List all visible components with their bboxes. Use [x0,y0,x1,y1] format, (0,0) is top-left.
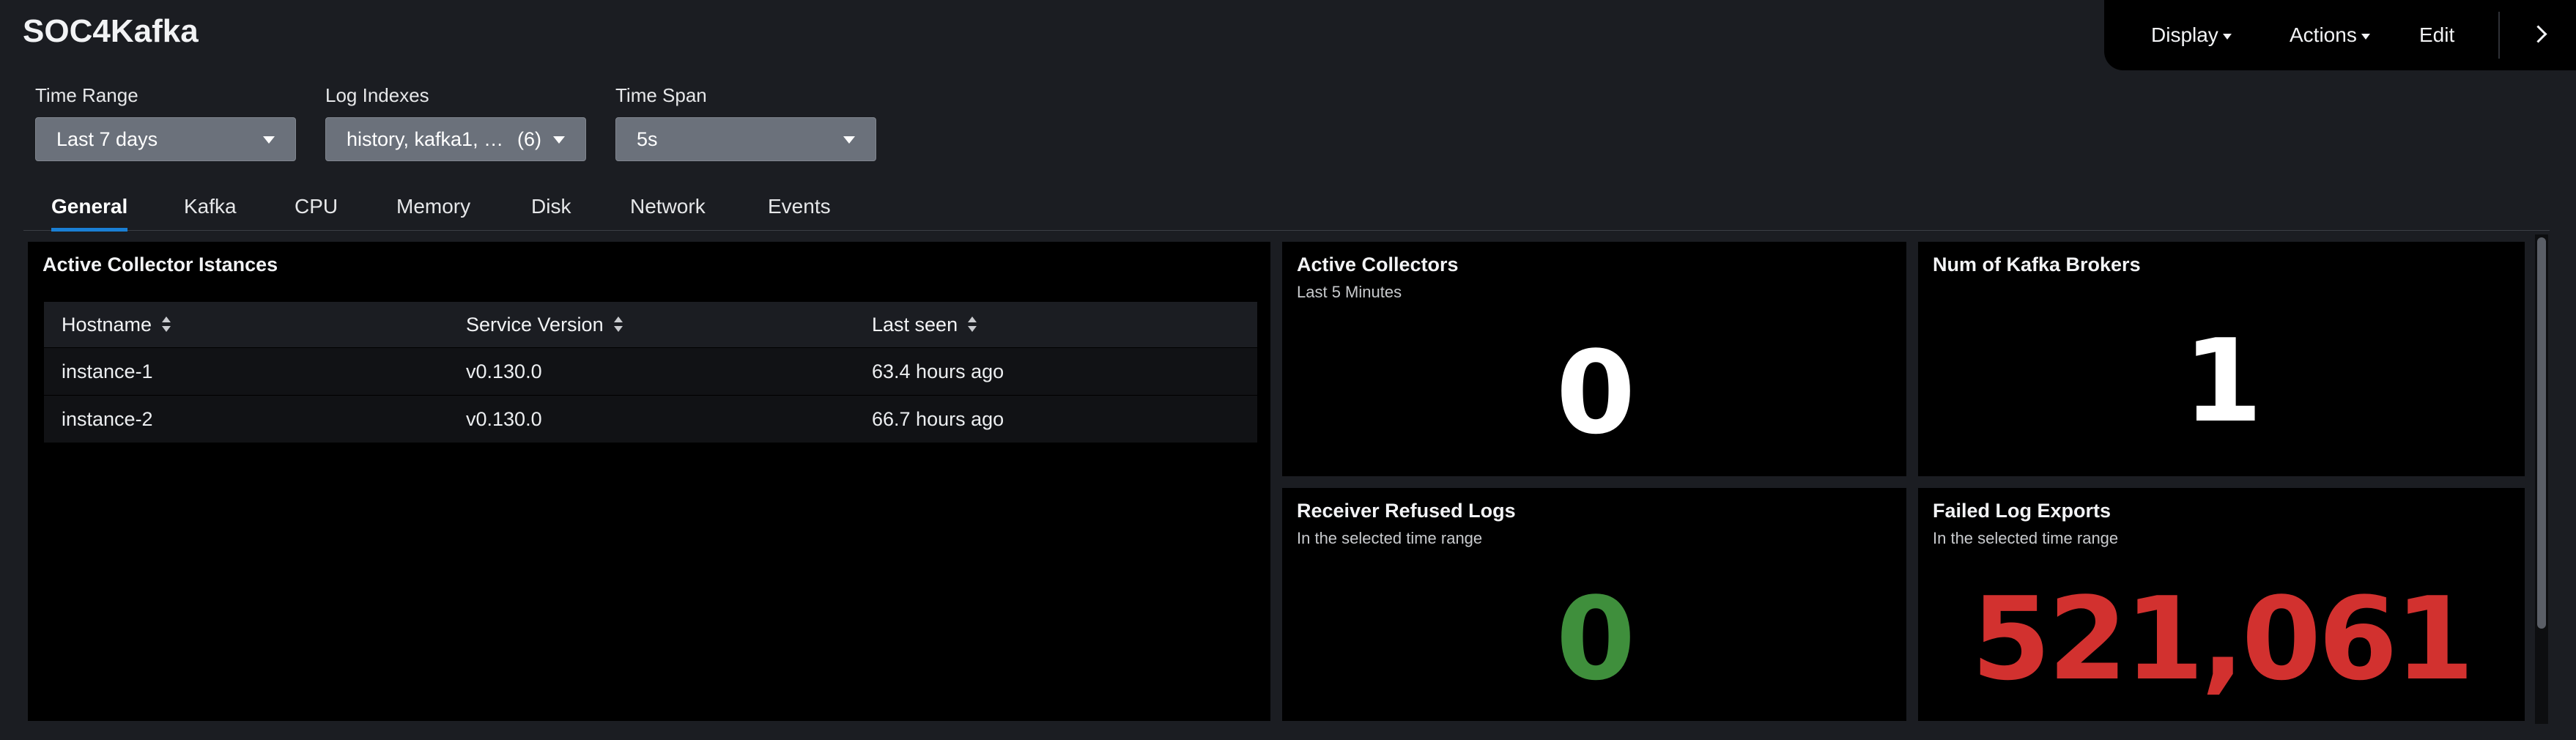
scrollbar-thumb[interactable] [2537,237,2546,629]
panel-title: Active Collectors [1297,254,1459,275]
column-header-last-seen[interactable]: Last seen [872,302,977,347]
actions-menu-button[interactable]: Actions [2290,0,2370,70]
time-span-value: 5s [637,127,658,150]
tab-bar-divider [23,230,2550,231]
table-row: instance-2 v0.130.0 66.7 hours ago [44,395,1257,443]
cell-service-version: v0.130.0 [466,360,542,382]
active-tab-indicator [51,228,128,232]
toolbar-divider [2498,12,2500,59]
table-row: instance-1 v0.130.0 63.4 hours ago [44,347,1257,395]
cell-hostname: instance-2 [62,407,153,430]
log-indexes-count: (6) [517,127,541,150]
display-menu-button[interactable]: Display [2151,0,2232,70]
caret-down-icon [263,136,275,144]
actions-label: Actions [2290,23,2357,46]
tab-bar: General Kafka CPU Memory Disk Network Ev… [0,185,2550,232]
receiver-refused-value: 0 [1555,572,1636,706]
log-indexes-label: Log Indexes [325,84,429,106]
tab-general-label: General [51,195,128,218]
panel-title: Receiver Refused Logs [1297,500,1516,522]
caret-down-icon [2222,34,2232,40]
failed-exports-panel: Failed Log Exports In the selected time … [1918,488,2525,721]
receiver-refused-panel: Receiver Refused Logs In the selected ti… [1282,488,1906,721]
column-header-service-version[interactable]: Service Version [466,302,623,347]
active-collectors-value: 0 [1555,326,1636,459]
panel-title: Num of Kafka Brokers [1933,254,2141,275]
log-indexes-value: history, kafka1, ka... [347,127,508,150]
sort-icon [613,316,623,333]
tab-events[interactable]: Events [768,195,831,218]
column-header-label: Last seen [872,313,958,336]
caret-down-icon [2361,34,2370,40]
time-span-label: Time Span [615,84,707,106]
display-label: Display [2151,23,2218,46]
sort-icon [162,316,171,333]
time-span-select[interactable]: 5s [615,117,876,161]
tab-memory[interactable]: Memory [396,195,470,218]
caret-down-icon [843,136,855,144]
column-header-hostname[interactable]: Hostname [62,302,171,347]
log-indexes-select[interactable]: history, kafka1, ka... (6) [325,117,586,161]
dashboard-toolbar: Display Actions Edit [2104,0,2576,70]
panel-title: Failed Log Exports [1933,500,2111,522]
dashboard-title: SOC4Kafka [23,13,199,49]
failed-exports-value: 521,061 [1971,572,2475,706]
tab-general[interactable]: General [51,195,128,232]
time-range-label: Time Range [35,84,138,106]
cell-service-version: v0.130.0 [466,407,542,430]
tab-network[interactable]: Network [630,195,706,218]
chevron-right-icon[interactable] [2529,25,2547,43]
edit-button[interactable]: Edit [2419,0,2454,70]
sort-icon [968,316,977,333]
kafka-brokers-panel: Num of Kafka Brokers 1 [1918,242,2525,476]
collectors-table-panel: Active Collector Istances Hostname Servi… [28,242,1270,721]
cell-hostname: instance-1 [62,360,153,382]
table-header: Hostname Service Version Last seen [44,302,1257,347]
tab-cpu[interactable]: CPU [295,195,338,218]
panel-title: Active Collector Istances [42,254,278,275]
cell-last-seen: 63.4 hours ago [872,360,1004,382]
kafka-brokers-value: 1 [2183,314,2263,448]
column-header-label: Service Version [466,313,604,336]
column-header-label: Hostname [62,313,152,336]
time-range-select[interactable]: Last 7 days [35,117,296,161]
collectors-table: Hostname Service Version Last seen insta… [44,302,1257,443]
panel-subtitle: In the selected time range [1297,529,1483,547]
active-collectors-panel: Active Collectors Last 5 Minutes 0 [1282,242,1906,476]
caret-down-icon [553,136,565,144]
panel-subtitle: In the selected time range [1933,529,2119,547]
time-range-value: Last 7 days [56,127,158,150]
tab-disk[interactable]: Disk [531,195,571,218]
cell-last-seen: 66.7 hours ago [872,407,1004,430]
panel-subtitle: Last 5 Minutes [1297,283,1402,301]
tab-kafka[interactable]: Kafka [184,195,237,218]
